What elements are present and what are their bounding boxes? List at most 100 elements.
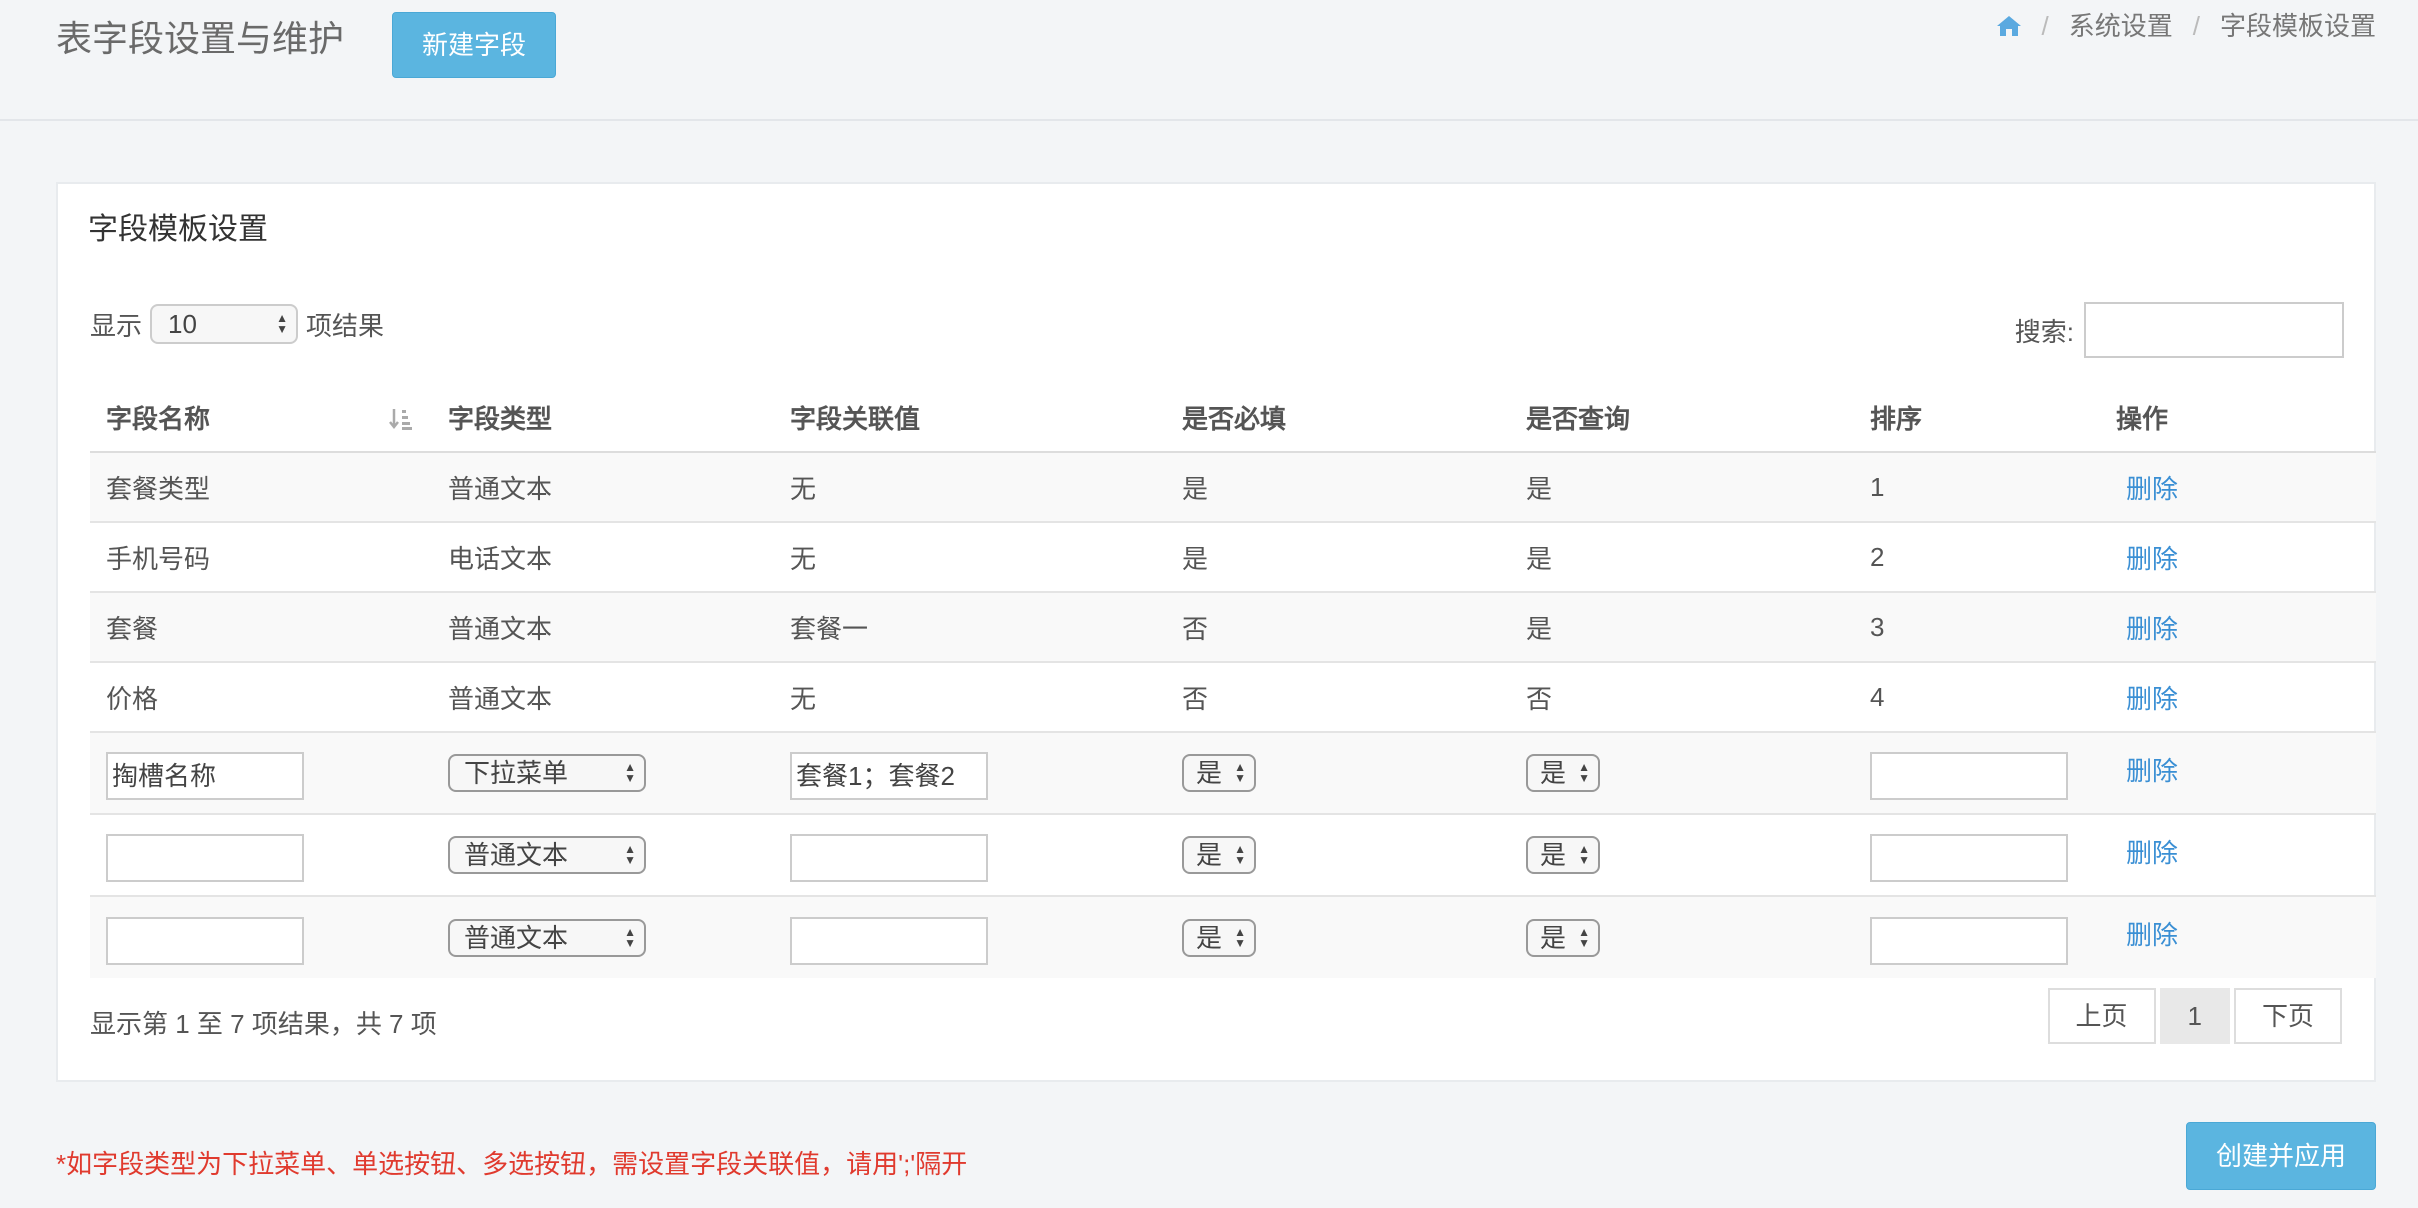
select-arrows-icon: ▲ ▼ xyxy=(624,842,636,867)
delete-link[interactable]: 删除 xyxy=(2100,732,2376,815)
page-length-select[interactable]: 10 ▲ ▼ xyxy=(150,304,299,344)
column-header-order[interactable]: 排序 xyxy=(1854,384,2100,453)
table-row: 套餐类型 普通文本 无 是 是 1 删除 xyxy=(90,452,2376,523)
cell-query: 是 xyxy=(1510,452,1854,523)
cell-name: 价格 xyxy=(90,662,432,733)
page-1-button[interactable]: 1 xyxy=(2159,988,2230,1044)
fields-table: 字段名称 字段类型 字段关联值 是否必填 是否查询 排序 操作 套餐类型 普通文… xyxy=(90,384,2376,978)
page-length-value: 10 xyxy=(168,309,197,339)
required-select[interactable]: 是 ▲ ▼ xyxy=(1182,754,1256,792)
select-value: 是 xyxy=(1196,758,1223,788)
delete-link[interactable]: 删除 xyxy=(2100,592,2376,663)
column-header-query[interactable]: 是否查询 xyxy=(1510,384,1854,453)
select-value: 下拉菜单 xyxy=(464,758,569,788)
new-field-button[interactable]: 新建字段 xyxy=(392,12,556,78)
delete-link[interactable]: 删除 xyxy=(2100,662,2376,733)
select-value: 是 xyxy=(1196,840,1223,870)
create-and-apply-button[interactable]: 创建并应用 xyxy=(2186,1122,2376,1190)
field-name-input[interactable]: 掏槽名称 xyxy=(106,752,304,800)
prev-page-button[interactable]: 上页 xyxy=(2047,988,2156,1044)
cell-required: 是 xyxy=(1166,452,1510,523)
cell-type: 普通文本 xyxy=(432,452,774,523)
edit-row: 普通文本 ▲ ▼ 是 ▲ ▼ 是 ▲ ▼ 删除 xyxy=(90,814,2376,897)
select-arrows-icon: ▲ ▼ xyxy=(1578,760,1590,785)
select-arrows-icon: ▲ ▼ xyxy=(1234,842,1246,867)
sort-icon[interactable] xyxy=(388,406,414,432)
select-value: 是 xyxy=(1196,922,1223,953)
cell-value: 无 xyxy=(774,452,1166,523)
select-value: 是 xyxy=(1540,840,1567,870)
select-arrows-icon: ▲ ▼ xyxy=(624,760,636,785)
home-icon[interactable] xyxy=(1996,14,2022,38)
field-value-input[interactable] xyxy=(790,916,988,965)
cell-value: 无 xyxy=(774,662,1166,733)
delete-link[interactable]: 删除 xyxy=(2100,522,2376,593)
required-select[interactable]: 是 ▲ ▼ xyxy=(1182,836,1256,874)
column-header-action: 操作 xyxy=(2100,384,2376,453)
cell-value: 套餐一 xyxy=(774,592,1166,663)
field-template-panel: 字段模板设置 显示 10 ▲ ▼ 项结果 搜索: 字段名称 字段类型 字段关联值… xyxy=(56,182,2376,1082)
query-select[interactable]: 是 ▲ ▼ xyxy=(1526,918,1600,957)
table-row: 价格 普通文本 无 否 否 4 删除 xyxy=(90,662,2376,733)
breadcrumb: / 系统设置 / 字段模板设置 xyxy=(1996,6,2376,46)
field-name-input[interactable] xyxy=(106,916,304,965)
select-arrows-icon: ▲ ▼ xyxy=(1234,924,1246,950)
table-row: 套餐 普通文本 套餐一 否 是 3 删除 xyxy=(90,592,2376,663)
cell-required: 是 xyxy=(1166,522,1510,593)
order-input[interactable] xyxy=(1870,752,2068,800)
panel-title: 字段模板设置 xyxy=(88,213,268,246)
select-arrows-icon: ▲ ▼ xyxy=(1578,842,1590,867)
cell-order: 4 xyxy=(1854,662,2100,733)
field-type-select[interactable]: 普通文本 ▲ ▼ xyxy=(448,918,646,957)
search-control: 搜索: xyxy=(2015,302,2344,358)
page-title: 表字段设置与维护 xyxy=(56,18,345,59)
field-value-input[interactable]: 套餐1；套餐2 xyxy=(790,752,988,800)
select-value: 普通文本 xyxy=(464,840,569,870)
breadcrumb-system-settings[interactable]: 系统设置 xyxy=(2069,6,2173,46)
query-select[interactable]: 是 ▲ ▼ xyxy=(1526,754,1600,792)
column-header-type[interactable]: 字段类型 xyxy=(432,384,774,453)
page-length-control: 显示 10 ▲ ▼ 项结果 xyxy=(90,304,384,344)
delete-link[interactable]: 删除 xyxy=(2100,896,2376,978)
page-header: 表字段设置与维护 新建字段 / 系统设置 / 字段模板设置 xyxy=(0,0,2418,121)
pagination: 上页 1 下页 xyxy=(2047,988,2342,1044)
order-input[interactable] xyxy=(1870,834,2068,882)
delete-link[interactable]: 删除 xyxy=(2100,814,2376,897)
edit-row: 掏槽名称 下拉菜单 ▲ ▼ 套餐1；套餐2 是 ▲ ▼ 是 ▲ ▼ 删除 xyxy=(90,732,2376,815)
field-type-select[interactable]: 普通文本 ▲ ▼ xyxy=(448,836,646,874)
cell-query: 是 xyxy=(1510,522,1854,593)
length-prefix: 显示 xyxy=(90,310,143,341)
field-name-input[interactable] xyxy=(106,834,304,882)
cell-order: 1 xyxy=(1854,452,2100,523)
cell-order: 3 xyxy=(1854,592,2100,663)
breadcrumb-separator: / xyxy=(2192,11,2200,41)
cell-order: 2 xyxy=(1854,522,2100,593)
select-value: 是 xyxy=(1540,758,1567,788)
field-type-select[interactable]: 下拉菜单 ▲ ▼ xyxy=(448,754,646,792)
column-header-value[interactable]: 字段关联值 xyxy=(774,384,1166,453)
required-select[interactable]: 是 ▲ ▼ xyxy=(1182,918,1256,957)
cell-query: 是 xyxy=(1510,592,1854,663)
select-value: 普通文本 xyxy=(464,922,569,953)
cell-type: 电话文本 xyxy=(432,522,774,593)
cell-required: 否 xyxy=(1166,592,1510,663)
table-row: 手机号码 电话文本 无 是 是 2 删除 xyxy=(90,522,2376,593)
breadcrumb-field-template: 字段模板设置 xyxy=(2219,11,2376,41)
query-select[interactable]: 是 ▲ ▼ xyxy=(1526,836,1600,874)
cell-name: 套餐 xyxy=(90,592,432,663)
length-suffix: 项结果 xyxy=(306,310,385,341)
cell-name: 套餐类型 xyxy=(90,452,432,523)
column-header-name[interactable]: 字段名称 xyxy=(90,384,432,453)
cell-type: 普通文本 xyxy=(432,592,774,663)
select-arrows-icon: ▲ ▼ xyxy=(1234,760,1246,785)
search-input[interactable] xyxy=(2084,302,2344,358)
cell-value: 无 xyxy=(774,522,1166,593)
edit-row: 普通文本 ▲ ▼ 是 ▲ ▼ 是 ▲ ▼ 删除 xyxy=(90,896,2376,978)
next-page-button[interactable]: 下页 xyxy=(2233,988,2342,1044)
column-header-required[interactable]: 是否必填 xyxy=(1166,384,1510,453)
delete-link[interactable]: 删除 xyxy=(2100,452,2376,523)
order-input[interactable] xyxy=(1870,916,2068,965)
cell-required: 否 xyxy=(1166,662,1510,733)
field-value-input[interactable] xyxy=(790,834,988,882)
select-value: 是 xyxy=(1540,922,1567,953)
